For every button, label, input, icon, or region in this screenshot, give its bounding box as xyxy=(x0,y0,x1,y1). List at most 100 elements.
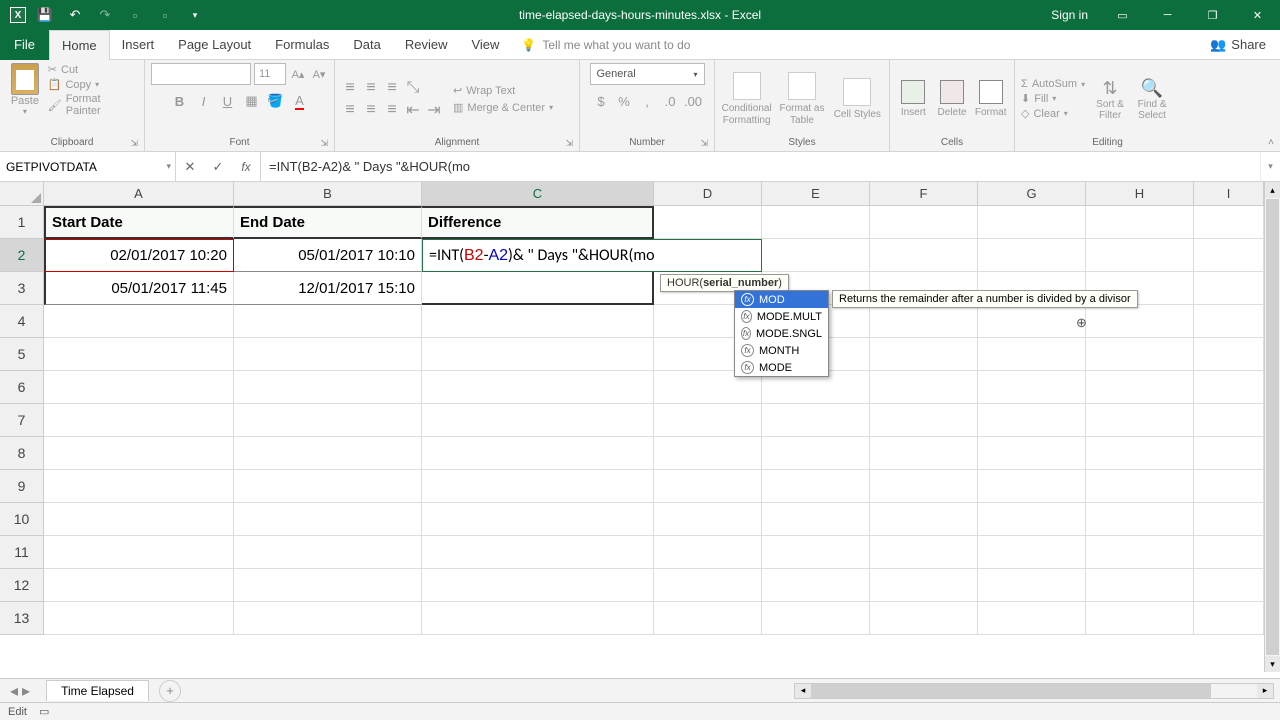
increase-decimal-button[interactable]: .0 xyxy=(660,91,680,111)
qat-btn[interactable]: ▫ xyxy=(124,4,146,26)
cancel-formula-button[interactable]: ✕ xyxy=(176,159,204,175)
cell[interactable]: End Date xyxy=(234,206,422,239)
autocomplete-item[interactable]: fxMOD xyxy=(735,291,828,308)
font-name-input[interactable] xyxy=(151,63,251,85)
increase-font-button[interactable]: A▴ xyxy=(289,64,307,84)
delete-cells-button[interactable]: Delete xyxy=(935,80,970,118)
tab-file[interactable]: File xyxy=(0,30,49,60)
dialog-launcher-icon[interactable]: ⇲ xyxy=(700,138,708,149)
font-color-button[interactable]: A xyxy=(290,91,310,111)
chevron-down-icon[interactable]: ▾ xyxy=(166,161,171,172)
row-header[interactable]: 5 xyxy=(0,338,44,371)
decrease-decimal-button[interactable]: .00 xyxy=(683,91,703,111)
merge-center-button[interactable]: ▥Merge & Center ▾ xyxy=(453,101,553,114)
align-middle-button[interactable]: ≡ xyxy=(362,79,380,97)
formula-input[interactable]: =INT(B2-A2)& " Days "&HOUR(mo xyxy=(261,152,1260,181)
cell[interactable]: 05/01/2017 10:10 xyxy=(234,239,422,272)
row-header[interactable]: 8 xyxy=(0,437,44,470)
scroll-up-button[interactable]: ▴ xyxy=(1265,182,1280,198)
share-button[interactable]: 👥 Share xyxy=(1210,37,1266,53)
name-box-input[interactable] xyxy=(6,160,169,174)
column-header[interactable]: F xyxy=(870,182,978,206)
column-header[interactable]: D xyxy=(654,182,762,206)
cell[interactable]: 02/01/2017 10:20 xyxy=(44,239,234,272)
row-header[interactable]: 1 xyxy=(0,206,44,239)
qat-customize[interactable]: ▾ xyxy=(184,4,206,26)
fill-color-button[interactable]: 🪣 xyxy=(266,91,286,111)
tab-formulas[interactable]: Formulas xyxy=(263,30,341,60)
tab-insert[interactable]: Insert xyxy=(110,30,167,60)
cell[interactable]: 05/01/2017 11:45 xyxy=(44,272,234,305)
cut-button[interactable]: ✂Cut xyxy=(48,63,138,76)
collapse-ribbon-button[interactable]: ˄ xyxy=(1268,137,1274,148)
ribbon-display-options[interactable]: ▭ xyxy=(1100,0,1145,30)
tab-page-layout[interactable]: Page Layout xyxy=(166,30,263,60)
column-header[interactable]: A xyxy=(44,182,234,206)
autocomplete-item[interactable]: fxMODE.SNGL xyxy=(735,325,828,342)
column-header[interactable]: E xyxy=(762,182,870,206)
scroll-right-button[interactable]: ▸ xyxy=(1257,684,1273,698)
border-button[interactable]: ▦ xyxy=(242,91,262,111)
format-as-table-button[interactable]: Format as Table xyxy=(776,72,827,127)
sheet-tab[interactable]: Time Elapsed xyxy=(46,680,149,701)
row-header[interactable]: 13 xyxy=(0,602,44,635)
cell[interactable]: Start Date xyxy=(44,206,234,239)
row-header[interactable]: 11 xyxy=(0,536,44,569)
select-all-cells[interactable] xyxy=(0,182,44,206)
column-header[interactable]: B xyxy=(234,182,422,206)
accounting-format-button[interactable]: $ xyxy=(591,91,611,111)
find-select-button[interactable]: 🔍Find & Select xyxy=(1133,78,1171,121)
bold-button[interactable]: B xyxy=(170,91,190,111)
save-button[interactable]: 💾 xyxy=(34,4,56,26)
qat-btn[interactable]: ▫ xyxy=(154,4,176,26)
paste-button[interactable]: Paste ▾ xyxy=(6,63,44,116)
next-sheet-button[interactable]: ▸ xyxy=(22,681,30,701)
autocomplete-item[interactable]: fxMONTH xyxy=(735,342,828,359)
cell-styles-button[interactable]: Cell Styles xyxy=(832,78,883,121)
row-header[interactable]: 10 xyxy=(0,503,44,536)
dialog-launcher-icon[interactable]: ⇲ xyxy=(130,138,138,149)
align-left-button[interactable]: ≡ xyxy=(341,101,359,119)
close-button[interactable]: ✕ xyxy=(1235,0,1280,30)
scroll-thumb[interactable] xyxy=(811,684,1211,698)
fill-button[interactable]: ⬇Fill ▾ xyxy=(1021,92,1085,105)
wrap-text-button[interactable]: ↩Wrap Text xyxy=(453,84,553,97)
scroll-thumb[interactable] xyxy=(1266,199,1279,655)
tell-me-search[interactable]: 💡 Tell me what you want to do xyxy=(521,38,690,52)
decrease-font-button[interactable]: A▾ xyxy=(310,64,328,84)
font-size-input[interactable] xyxy=(254,63,286,85)
format-cells-button[interactable]: Format xyxy=(973,80,1008,118)
dialog-launcher-icon[interactable]: ⇲ xyxy=(565,138,573,149)
name-box[interactable]: ▾ xyxy=(0,152,176,181)
italic-button[interactable]: I xyxy=(194,91,214,111)
autocomplete-item[interactable]: fxMODE.MULT xyxy=(735,308,828,325)
vertical-scrollbar[interactable]: ▴ ▾ xyxy=(1264,182,1280,672)
tab-home[interactable]: Home xyxy=(49,30,110,60)
orientation-button[interactable]: ⤡ xyxy=(404,79,422,97)
column-header[interactable]: C xyxy=(422,182,654,206)
enter-formula-button[interactable]: ✓ xyxy=(204,159,232,175)
sign-in-button[interactable]: Sign in xyxy=(1039,8,1100,22)
row-header[interactable]: 3 xyxy=(0,272,44,305)
cell[interactable] xyxy=(422,272,654,305)
minimize-button[interactable]: ─ xyxy=(1145,0,1190,30)
increase-indent-button[interactable]: ⇥ xyxy=(425,101,443,119)
row-header[interactable]: 9 xyxy=(0,470,44,503)
align-top-button[interactable]: ≡ xyxy=(341,79,359,97)
percent-format-button[interactable]: % xyxy=(614,91,634,111)
row-header[interactable]: 12 xyxy=(0,569,44,602)
tab-view[interactable]: View xyxy=(459,30,511,60)
copy-button[interactable]: 📋Copy ▾ xyxy=(48,78,138,91)
insert-function-button[interactable]: fx xyxy=(232,160,260,174)
undo-button[interactable]: ↶ xyxy=(64,4,86,26)
row-header[interactable]: 6 xyxy=(0,371,44,404)
column-header[interactable]: G xyxy=(978,182,1086,206)
new-sheet-button[interactable]: + xyxy=(159,680,181,702)
maximize-button[interactable]: ❐ xyxy=(1190,0,1235,30)
cell[interactable]: Difference xyxy=(422,206,654,239)
horizontal-scrollbar[interactable]: ◂ ▸ xyxy=(794,683,1274,699)
conditional-formatting-button[interactable]: Conditional Formatting xyxy=(721,72,772,127)
scroll-left-button[interactable]: ◂ xyxy=(795,684,811,698)
align-center-button[interactable]: ≡ xyxy=(362,101,380,119)
formula-autocomplete[interactable]: fxMODfxMODE.MULTfxMODE.SNGLfxMONTHfxMODE xyxy=(734,290,829,377)
